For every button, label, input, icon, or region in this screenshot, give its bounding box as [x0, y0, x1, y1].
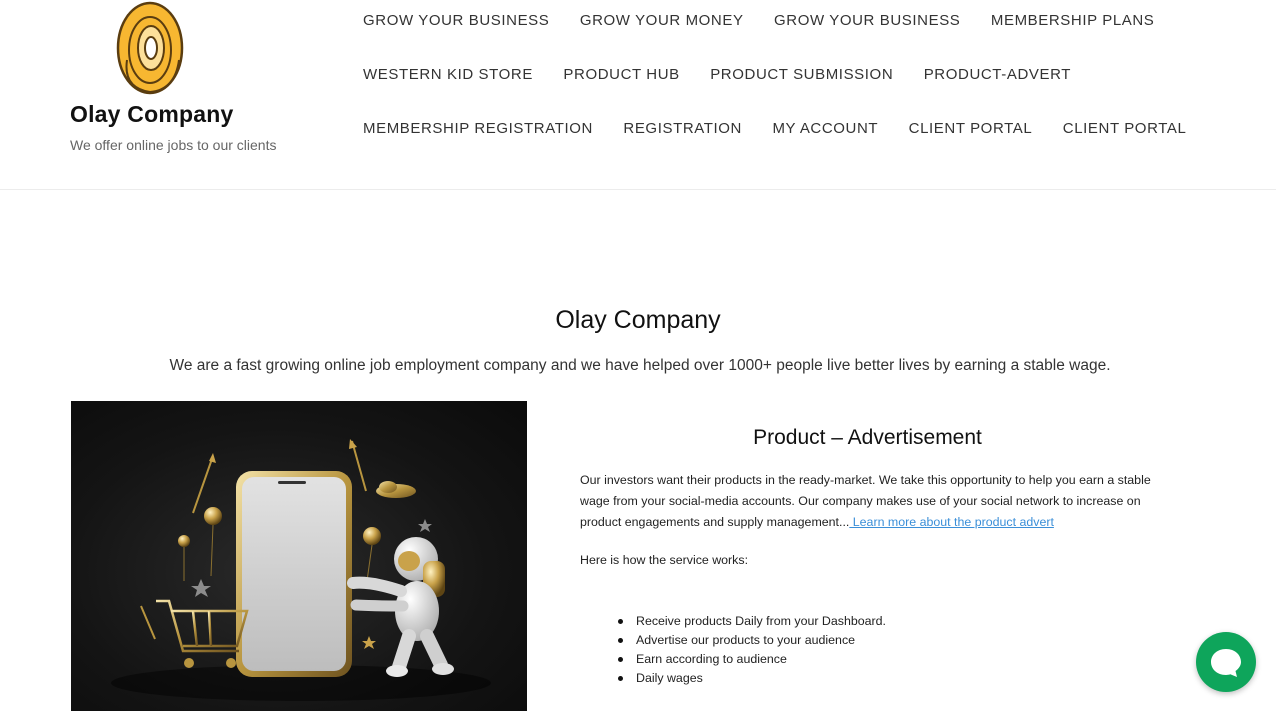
nav-row-2: WESTERN KID STORE PRODUCT HUB PRODUCT SU… [363, 66, 1097, 84]
nav-item-grow-your-business-2[interactable]: GROW YOUR BUSINESS [774, 12, 960, 30]
hero-image [71, 401, 527, 711]
nav-item-product-submission[interactable]: PRODUCT SUBMISSION [710, 66, 893, 84]
nav-row-1: GROW YOUR BUSINESS GROW YOUR MONEY GROW … [363, 12, 1180, 30]
nav-item-product-hub[interactable]: PRODUCT HUB [563, 66, 679, 84]
nav-item-client-portal[interactable]: CLIENT PORTAL [909, 120, 1033, 138]
list-item: Advertise our products to your audience [618, 631, 886, 650]
product-description: Our investors want their products in the… [580, 470, 1155, 533]
spiral-logo-icon[interactable] [113, 0, 187, 96]
site-header: Olay Company We offer online jobs to our… [0, 0, 1276, 190]
product-advertisement-title: Product – Advertisement [753, 426, 982, 449]
how-it-works-text: Here is how the service works: [580, 553, 749, 567]
nav-item-membership-registration[interactable]: MEMBERSHIP REGISTRATION [363, 120, 593, 138]
nav-item-my-account[interactable]: MY ACCOUNT [772, 120, 878, 138]
site-title[interactable]: Olay Company [70, 101, 233, 128]
nav-item-product-advert[interactable]: PRODUCT-ADVERT [924, 66, 1071, 84]
site-tagline: We offer online jobs to our clients [70, 137, 277, 153]
nav-row-3: MEMBERSHIP REGISTRATION REGISTRATION MY … [363, 120, 1212, 138]
nav-item-grow-your-business[interactable]: GROW YOUR BUSINESS [363, 12, 549, 30]
chat-bubble-icon [1211, 649, 1241, 677]
nav-item-membership-plans[interactable]: MEMBERSHIP PLANS [991, 12, 1155, 30]
chat-button[interactable] [1196, 632, 1256, 692]
nav-item-western-kid-store[interactable]: WESTERN KID STORE [363, 66, 533, 84]
service-steps-list: Receive products Daily from your Dashboa… [618, 612, 886, 688]
nav-item-client-portal-2[interactable]: CLIENT PORTAL [1063, 120, 1187, 138]
nav-item-grow-your-money[interactable]: GROW YOUR MONEY [580, 12, 744, 30]
intro-text: We are a fast growing online job employm… [169, 357, 1111, 374]
list-item: Earn according to audience [618, 650, 886, 669]
intro-title: Olay Company [555, 306, 721, 334]
list-item: Daily wages [618, 669, 886, 688]
list-item: Receive products Daily from your Dashboa… [618, 612, 886, 631]
nav-item-registration[interactable]: REGISTRATION [623, 120, 742, 138]
learn-more-link[interactable]: Learn more about the product advert [849, 515, 1054, 529]
